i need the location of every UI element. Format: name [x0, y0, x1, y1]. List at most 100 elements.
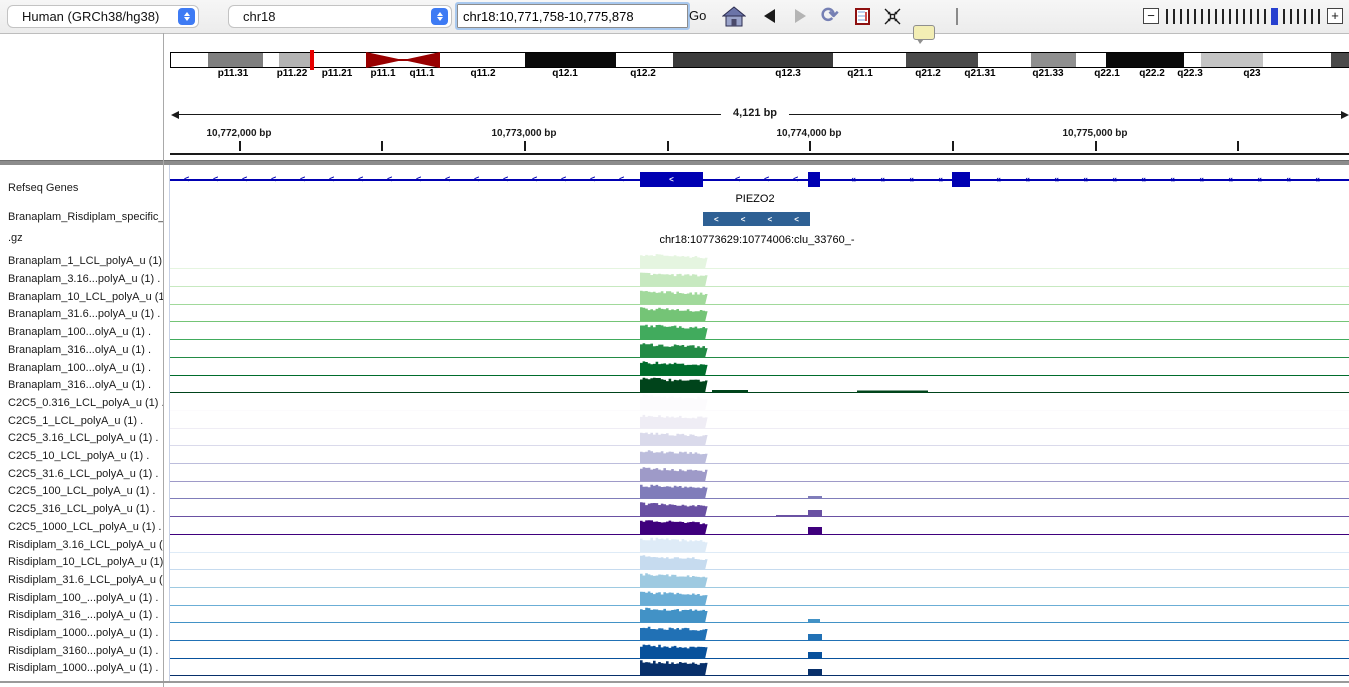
- zoom-tick[interactable]: [1173, 9, 1175, 24]
- coverage-track-name[interactable]: Branaplam_316...olyA_u (1) .: [8, 344, 163, 356]
- zoom-in-button[interactable]: +: [1327, 8, 1343, 24]
- coverage-track-name[interactable]: C2C5_316_LCL_polyA_u (1) .: [8, 503, 163, 515]
- track-name-refseq-genes[interactable]: Refseq Genes: [8, 182, 163, 194]
- coverage-track-name[interactable]: Branaplam_1_LCL_polyA_u (1) .: [8, 255, 163, 267]
- coverage-track-name[interactable]: Branaplam_316...olyA_u (1) .: [8, 379, 163, 391]
- coverage-histogram[interactable]: [170, 535, 1349, 553]
- zoom-level-marker[interactable]: [1271, 8, 1278, 25]
- zoom-tick[interactable]: [1318, 9, 1320, 24]
- zoom-tick[interactable]: [1311, 9, 1313, 24]
- coverage-histogram[interactable]: [170, 641, 1349, 659]
- coverage-track-name[interactable]: C2C5_31.6_LCL_polyA_u (1) .: [8, 468, 163, 480]
- zoom-tick[interactable]: [1208, 9, 1210, 24]
- coverage-histogram[interactable]: [170, 605, 1349, 623]
- zoom-tick[interactable]: [1201, 9, 1203, 24]
- tooltip-icon[interactable]: [913, 25, 935, 40]
- track-name-junction-line2[interactable]: .gz: [8, 232, 163, 244]
- ruler-tick: [1095, 141, 1097, 151]
- coverage-histogram[interactable]: [170, 446, 1349, 464]
- zoom-tick[interactable]: [1215, 9, 1217, 24]
- zoom-tick[interactable]: [1257, 9, 1259, 24]
- coverage-histogram[interactable]: [170, 517, 1349, 535]
- coverage-track-name[interactable]: C2C5_10_LCL_polyA_u (1) .: [8, 450, 163, 462]
- coverage-track-name[interactable]: Risdiplam_31.6_LCL_polyA_u (1: [8, 574, 163, 586]
- coverage-histogram[interactable]: [170, 570, 1349, 588]
- coverage-histogram[interactable]: [170, 428, 1349, 446]
- coverage-track-name[interactable]: Risdiplam_100_...polyA_u (1) .: [8, 592, 163, 604]
- coverage-histogram[interactable]: [170, 588, 1349, 606]
- exon-box[interactable]: [952, 172, 970, 187]
- band-label: p11.21: [322, 68, 353, 79]
- coverage-histogram[interactable]: [170, 251, 1349, 269]
- coverage-histogram[interactable]: [170, 304, 1349, 322]
- panel-divider[interactable]: [0, 160, 1349, 165]
- coverage-histogram[interactable]: [170, 340, 1349, 358]
- zoom-tick[interactable]: [1194, 9, 1196, 24]
- coverage-histogram[interactable]: [170, 393, 1349, 411]
- go-button[interactable]: Go: [689, 8, 706, 23]
- coverage-track-name[interactable]: Risdiplam_316_...polyA_u (1) .: [8, 609, 163, 621]
- coverage-histogram[interactable]: [170, 623, 1349, 641]
- zoom-slider[interactable]: [1166, 8, 1320, 24]
- strand-chevron-icon: <: [213, 173, 218, 185]
- coverage-track-name[interactable]: C2C5_0.316_LCL_polyA_u (1) .: [8, 397, 163, 409]
- genome-select[interactable]: Human (GRCh38/hg38): [7, 5, 199, 28]
- forward-icon[interactable]: [795, 9, 806, 23]
- ruler-span-label: 4,121 bp: [721, 107, 789, 119]
- zoom-tick[interactable]: [1166, 9, 1168, 24]
- coverage-histogram[interactable]: [170, 287, 1349, 305]
- ruler-tick: [1237, 141, 1239, 151]
- chromosome-select[interactable]: chr18: [228, 5, 452, 28]
- zoom-tick[interactable]: [1297, 9, 1299, 24]
- zoom-tick[interactable]: [1222, 9, 1224, 24]
- coverage-track-name[interactable]: Branaplam_100...olyA_u (1) .: [8, 362, 163, 374]
- coverage-histogram[interactable]: [170, 481, 1349, 499]
- track-name-junction-line1[interactable]: Branaplam_Risdiplam_specific_int: [8, 211, 163, 223]
- zoom-tick[interactable]: [1187, 9, 1189, 24]
- zoom-tick[interactable]: [1264, 9, 1266, 24]
- coverage-histogram[interactable]: [170, 552, 1349, 570]
- zoom-tick[interactable]: [1250, 9, 1252, 24]
- coverage-track-name[interactable]: C2C5_1000_LCL_polyA_u (1) .: [8, 521, 163, 533]
- coverage-histogram[interactable]: [170, 464, 1349, 482]
- zoom-tick[interactable]: [1290, 9, 1292, 24]
- strand-chevron-icon: <: [271, 173, 276, 185]
- coverage-track-name[interactable]: Risdiplam_10_LCL_polyA_u (1) .: [8, 556, 163, 568]
- zoom-tick[interactable]: [1180, 9, 1182, 24]
- zoom-tick[interactable]: [1283, 9, 1285, 24]
- coverage-track-name[interactable]: Branaplam_100...olyA_u (1) .: [8, 326, 163, 338]
- coverage-track-name[interactable]: Branaplam_31.6...polyA_u (1) .: [8, 308, 163, 320]
- coverage-histogram[interactable]: [170, 358, 1349, 376]
- zoom-tick[interactable]: [1243, 9, 1245, 24]
- coverage-track-name[interactable]: Risdiplam_1000...polyA_u (1) .: [8, 627, 163, 639]
- refresh-icon[interactable]: ⟳: [821, 5, 839, 26]
- zoom-tick[interactable]: [1304, 9, 1306, 24]
- zoom-out-button[interactable]: −: [1143, 8, 1159, 24]
- home-icon[interactable]: [722, 6, 746, 27]
- name-panel-divider[interactable]: [163, 33, 164, 687]
- coverage-track-name[interactable]: Branaplam_10_LCL_polyA_u (1): [8, 291, 163, 303]
- exon-box[interactable]: [808, 172, 820, 187]
- coverage-histogram[interactable]: [170, 658, 1349, 676]
- coverage-track-name[interactable]: C2C5_100_LCL_polyA_u (1) .: [8, 485, 163, 497]
- coverage-track-name[interactable]: C2C5_1_LCL_polyA_u (1) .: [8, 415, 163, 427]
- coverage-track-name[interactable]: C2C5_3.16_LCL_polyA_u (1) .: [8, 432, 163, 444]
- chromosome-select-value: chr18: [243, 9, 276, 24]
- fit-icon[interactable]: [884, 8, 901, 25]
- coverage-track-name[interactable]: Risdiplam_3160...polyA_u (1) .: [8, 645, 163, 657]
- coverage-histogram[interactable]: [170, 375, 1349, 393]
- coverage-histogram[interactable]: [170, 411, 1349, 429]
- coverage-track-name[interactable]: Branaplam_3.16...polyA_u (1) .: [8, 273, 163, 285]
- region-icon[interactable]: [855, 8, 870, 25]
- coverage-track-name[interactable]: Risdiplam_3.16_LCL_polyA_u (1: [8, 539, 163, 551]
- locus-input[interactable]: chr18:10,771,758-10,775,878: [457, 4, 688, 28]
- coverage-histogram[interactable]: [170, 499, 1349, 517]
- zoom-tick[interactable]: [1229, 9, 1231, 24]
- coverage-track-name[interactable]: Risdiplam_1000...polyA_u (1) .: [8, 662, 163, 674]
- zoom-tick[interactable]: [1236, 9, 1238, 24]
- junction-feature[interactable]: <<<<: [703, 212, 810, 226]
- coverage-histogram[interactable]: [170, 269, 1349, 287]
- coverage-histogram[interactable]: [170, 322, 1349, 340]
- back-icon[interactable]: [764, 9, 775, 23]
- exon-box[interactable]: <: [640, 172, 703, 187]
